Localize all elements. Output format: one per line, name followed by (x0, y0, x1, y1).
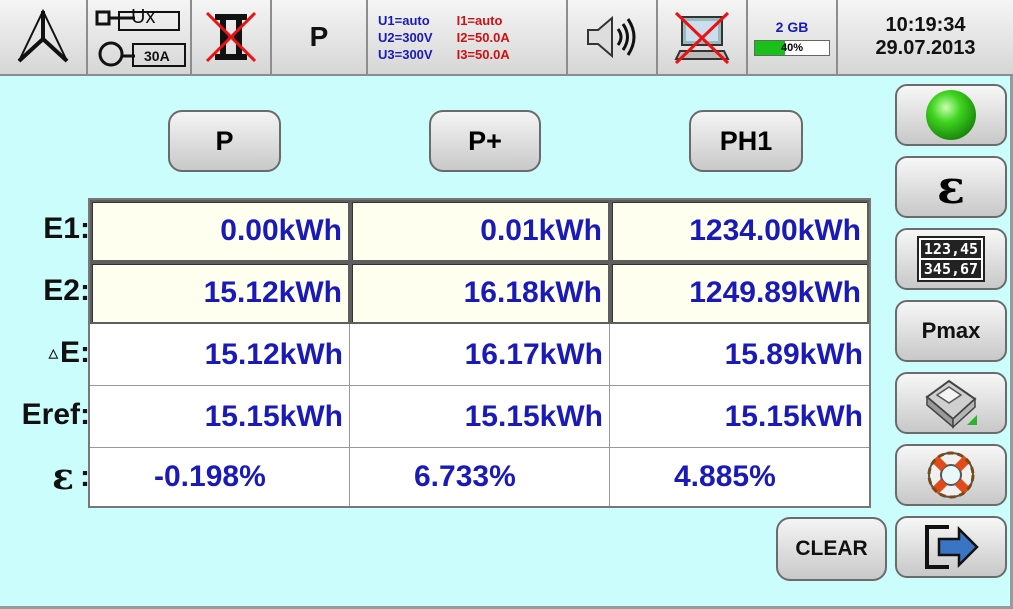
row-label-eref: Eref: (21, 398, 90, 431)
app-window: Ux 30A P U1=auto U2=300V U3=300V I1=auto… (0, 0, 1013, 609)
star-connection-icon (17, 8, 69, 63)
exit-button[interactable] (895, 516, 1007, 578)
epsilon-label-text: ε (52, 456, 74, 498)
ranges-cell[interactable]: U1=auto U2=300V U3=300V I1=auto I2=50.0A… (368, 0, 568, 74)
row-label-e1: E1: (43, 212, 90, 245)
e2-cell-p-plus: 16.18kWh (350, 262, 610, 324)
pmax-button[interactable]: Pmax (895, 300, 1007, 362)
delta-e-label-text: E (59, 336, 80, 369)
date-display: 29.07.2013 (875, 37, 976, 59)
memory-size: 2 GB (775, 18, 809, 35)
epsilon-cell-ph1: 4.885% (674, 460, 776, 493)
exit-icon (925, 525, 979, 569)
epsilon-button[interactable]: ε (895, 156, 1007, 218)
e2-label-text: E2 (43, 274, 80, 307)
row-label-e2: E2: (43, 274, 90, 307)
pmax-label: Pmax (921, 318, 981, 343)
e1-cell-p-plus: 0.01kWh (350, 200, 610, 262)
ux-label: Ux (131, 6, 156, 28)
e1-label-text: E1 (43, 212, 80, 245)
speaker-icon (587, 15, 636, 59)
help-button[interactable] (895, 444, 1007, 506)
i1-range: I1=auto (456, 12, 503, 28)
epsilon-icon: ε (937, 160, 965, 214)
i2-range: I2=50.0A (456, 29, 510, 45)
eref-cell-p-plus: 15.15kWh (350, 386, 610, 448)
e2-cell-ph1: 1249.89kWh (610, 262, 869, 324)
tab-p-plus[interactable]: P+ (429, 110, 541, 172)
tab-p[interactable]: P (168, 110, 281, 172)
row-label-epsilon: ε: (52, 456, 90, 498)
epsilon-cell-p: -0.198% (90, 448, 350, 506)
voltage-clamp-cell[interactable]: Ux 30A (88, 0, 192, 74)
clock-cell: 10:19:34 29.07.2013 (838, 0, 1013, 74)
pc-connection-cell[interactable] (658, 0, 748, 74)
u3-range: U3=300V (378, 46, 433, 62)
counter-top: 123,45 (920, 240, 982, 258)
pc-disconnected-icon (674, 11, 730, 65)
delta-e-cell-ph1: 15.89kWh (610, 324, 869, 386)
counter-bottom: 345,67 (920, 260, 982, 278)
status-bar: Ux 30A P U1=auto U2=300V U3=300V I1=auto… (0, 0, 1013, 76)
i3-range: I3=50.0A (456, 46, 510, 62)
e2-cell-p: 15.12kWh (90, 262, 350, 324)
green-led-icon (926, 90, 976, 140)
eref-cell-p: 15.15kWh (90, 386, 350, 448)
sound-cell[interactable] (568, 0, 658, 74)
delta-icon: △ (48, 346, 58, 360)
memory-usage-bar: 40% (754, 39, 830, 56)
connection-icon[interactable] (0, 0, 88, 74)
current-range-label: 30A (144, 48, 170, 64)
status-led-button[interactable] (895, 84, 1007, 146)
transformer-off-icon (205, 11, 257, 63)
lifebuoy-icon (927, 451, 975, 499)
voltage-ranges: U1=auto U2=300V U3=300V (378, 12, 433, 63)
current-ranges: I1=auto I2=50.0A I3=50.0A (457, 12, 510, 63)
u2-range: U2=300V (378, 29, 433, 45)
epsilon-cell-p-plus: 6.733% (350, 448, 610, 506)
memory-cell[interactable]: 2 GB 40% (748, 0, 838, 74)
energy-table: 0.00kWh 0.01kWh 1234.00kWh 15.12kWh 16.1… (88, 198, 871, 508)
clear-button[interactable]: CLEAR (776, 517, 887, 581)
save-button[interactable] (895, 372, 1007, 434)
mode-cell[interactable]: P (272, 0, 368, 74)
delta-e-cell-p: 15.12kWh (90, 324, 350, 386)
tab-ph1[interactable]: PH1 (689, 110, 803, 172)
eref-label-text: Eref (21, 398, 80, 431)
time-display: 10:19:34 (885, 14, 966, 36)
eref-cell-ph1: 15.15kWh (610, 386, 869, 448)
floppy-disk-icon (925, 379, 977, 429)
row-label-delta-e: △ E: (48, 336, 90, 369)
delta-e-cell-p-plus: 16.17kWh (350, 324, 610, 386)
counter-button[interactable]: 123,45 345,67 (895, 228, 1007, 290)
mode-label: P (309, 21, 329, 52)
e1-cell-ph1: 1234.00kWh (610, 200, 869, 262)
counter-icon: 123,45 345,67 (916, 236, 986, 282)
e1-cell-p: 0.00kWh (90, 200, 350, 262)
transformer-disabled-cell[interactable] (192, 0, 272, 74)
u1-range: U1=auto (378, 12, 430, 28)
memory-usage-percent: 40% (780, 41, 804, 54)
